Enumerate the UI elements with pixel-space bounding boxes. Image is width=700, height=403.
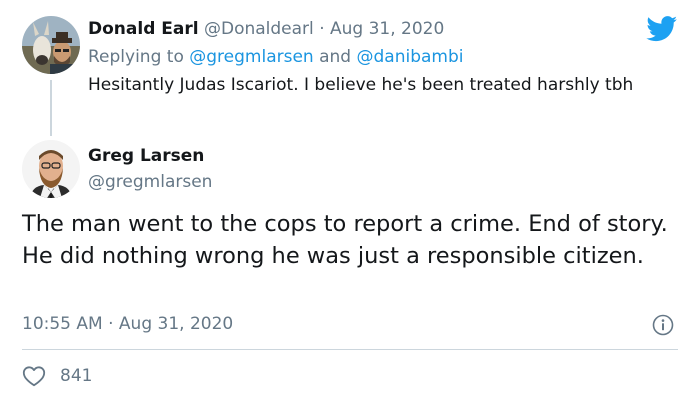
main-handle[interactable]: @gregmlarsen [88,170,212,194]
main-tweet-timestamp[interactable]: 10:55 AM · Aug 31, 2020 [22,311,233,337]
main-tweet-header: Greg Larsen @gregmlarsen [22,136,682,198]
timestamp-separator: · [108,314,114,334]
info-icon[interactable] [652,314,674,336]
tweet-date[interactable]: Aug 31, 2020 [119,314,233,334]
heart-icon[interactable] [22,365,46,387]
replying-user-link-1[interactable]: @gregmlarsen [189,47,313,67]
reply-display-name[interactable]: Donald Earl [88,19,199,39]
thread-connector-line [50,80,52,136]
reply-header: Donald Earl @Donaldearl · Aug 31, 2020 [88,14,678,44]
main-author-block: Greg Larsen @gregmlarsen [88,142,212,194]
avatar-donald-earl[interactable] [22,16,80,74]
reply-date[interactable]: Aug 31, 2020 [330,19,444,39]
twitter-bird-icon[interactable] [646,16,678,42]
reply-text: Hesitantly Judas Iscariot. I believe he'… [88,75,634,95]
avatar-greg-larsen[interactable] [22,140,80,198]
divider [22,349,678,350]
replying-user-link-2[interactable]: @danibambi [356,47,463,67]
replying-to-line: Replying to @gregmlarsen and @danibambi [88,44,678,70]
replying-and: and [319,47,352,67]
replying-prefix: Replying to [88,47,184,67]
tweet-embed-card: Donald Earl @Donaldearl · Aug 31, 2020 R… [0,0,700,403]
tweet-time[interactable]: 10:55 AM [22,314,103,334]
main-tweet-text: The man went to the cops to report a cri… [22,211,668,269]
like-count: 841 [60,366,93,386]
main-display-name[interactable]: Greg Larsen [88,142,212,170]
reply-body: Donald Earl @Donaldearl · Aug 31, 2020 R… [88,14,678,98]
avatar-image [22,140,80,198]
reply-handle[interactable]: @Donaldearl [204,19,314,39]
avatar-image [22,16,80,74]
reply-separator: · [319,19,325,39]
like-action[interactable]: 841 [22,362,92,390]
